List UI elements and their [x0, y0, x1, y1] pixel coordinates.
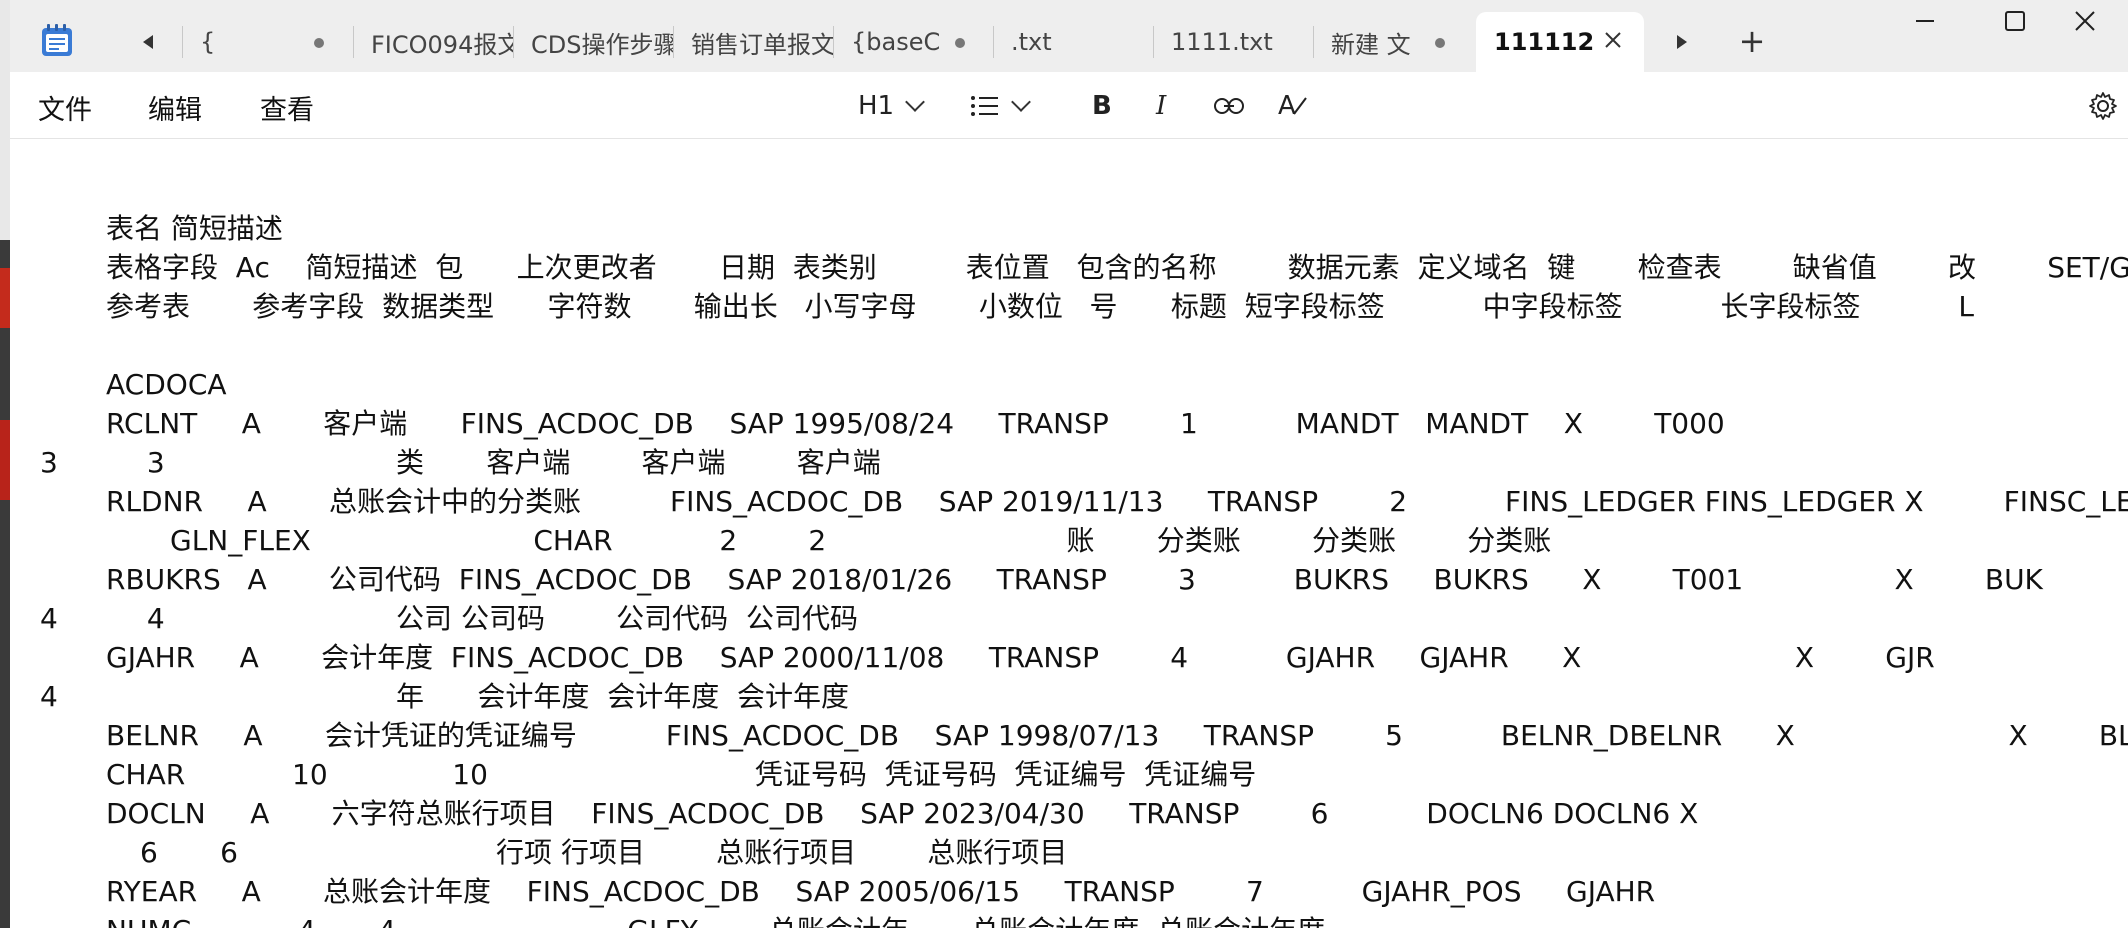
menu-view[interactable]: 查看: [260, 88, 314, 127]
text-line: NUMC 4 4 GLFY 总账会计年 总账会计年度 总账会计年度: [106, 911, 1325, 928]
tab-label: 新建 文: [1331, 30, 1411, 59]
text-line: 3 3 类 客户端 客户端 客户端: [40, 446, 881, 479]
notepad-app-icon: [40, 22, 74, 58]
tab[interactable]: 销售订单报文: [673, 12, 833, 72]
tab-bar: { FICO094报文 CDS操作步骤 销售订单报文 {baseC .txt 1…: [10, 0, 2128, 72]
text-line: RBUKRS A 公司代码 FINS_ACDOC_DB SAP 2018/01/…: [106, 563, 2128, 596]
tab[interactable]: 1111.txt: [1153, 12, 1313, 72]
desktop-item: [0, 420, 10, 500]
menu-file[interactable]: 文件: [38, 88, 92, 127]
tab-label: FICO094报文: [371, 30, 513, 59]
tab-label: {baseC: [851, 28, 941, 56]
minimize-button[interactable]: [1880, 0, 1970, 42]
unsaved-dot-icon: [314, 38, 324, 48]
tab[interactable]: {baseC: [833, 12, 993, 72]
clear-formatting-button[interactable]: A: [1278, 88, 1308, 124]
tab-label: .txt: [1011, 28, 1052, 56]
text-line: RYEAR A 总账会计年度 FINS_ACDOC_DB SAP 2005/06…: [106, 875, 1656, 908]
desktop-item: [0, 268, 10, 328]
text-line: GLN_FLEX CHAR 2 2 账 分类账 分类账 分类账: [170, 524, 1552, 557]
italic-icon: I: [1156, 91, 1167, 121]
text-line: DOCLN A 六字符总账行项目 FINS_ACDOC_DB SAP 2023/…: [106, 797, 1699, 830]
link-icon: [1214, 98, 1244, 114]
minimize-icon: [1916, 20, 1934, 22]
new-tab-button[interactable]: +: [1732, 22, 1772, 62]
gear-icon: [2089, 92, 2117, 120]
text-line: BELNR A 会计凭证的凭证编号 FINS_ACDOC_DB SAP 1998…: [106, 719, 2128, 752]
tab-label: {: [200, 28, 216, 56]
tab-label: CDS操作步骤: [531, 30, 673, 59]
tab-label: 111112: [1494, 28, 1595, 56]
caret-left-icon: [143, 35, 153, 49]
caret-right-icon: [1677, 35, 1687, 49]
tab[interactable]: FICO094报文: [353, 12, 513, 72]
tab[interactable]: {: [182, 12, 352, 72]
text-line: GJAHR A 会计年度 FINS_ACDOC_DB SAP 2000/11/0…: [106, 641, 2128, 674]
bulleted-list-icon: [971, 96, 998, 116]
settings-button[interactable]: [2088, 88, 2118, 124]
scroll-tabs-right-button[interactable]: [1664, 22, 1700, 62]
close-tab-icon[interactable]: [1604, 26, 1622, 56]
menu-edit[interactable]: 编辑: [148, 88, 202, 127]
heading-label: H1: [858, 91, 895, 121]
text-line: 表格字段 Ac 简短描述 包 上次更改者 日期 表类别 表位置 包含的名称 数据…: [106, 251, 2128, 284]
close-window-button[interactable]: [2040, 0, 2128, 42]
italic-button[interactable]: I: [1156, 88, 1166, 124]
chevron-down-icon: [1011, 92, 1031, 112]
strike-icon: [1292, 97, 1307, 115]
text-line: CHAR 10 10 凭证号码 凭证号码 凭证编号 凭证编号: [106, 758, 1257, 791]
scroll-tabs-left-button[interactable]: [130, 22, 166, 62]
text-line: 4 年 会计年度 会计年度 会计年度: [40, 680, 850, 713]
text-line: ACDOCA: [106, 368, 227, 401]
chevron-down-icon: [905, 92, 925, 112]
link-button[interactable]: [1214, 88, 1244, 124]
unsaved-dot-icon: [955, 38, 965, 48]
text-line: RLDNR A 总账会计中的分类账 FINS_ACDOC_DB SAP 2019…: [106, 485, 2128, 518]
notepad-window: { FICO094报文 CDS操作步骤 销售订单报文 {baseC .txt 1…: [10, 0, 2128, 928]
tab-label: 销售订单报文: [691, 30, 833, 59]
text-line: 表名 简短描述: [106, 212, 283, 245]
text-line: 4 4 公司 公司码 公司代码 公司代码: [40, 602, 858, 635]
document-editor[interactable]: 表名 简短描述 表格字段 Ac 简短描述 包 上次更改者 日期 表类别 表位置 …: [10, 139, 2128, 928]
tab[interactable]: CDS操作步骤: [513, 12, 673, 72]
desktop-edge: [0, 0, 10, 928]
text-line: 参考表 参考字段 数据类型 字符数 输出长 小写字母 小数位 号 标题 短字段标…: [106, 290, 1975, 323]
text-line: RCLNT A 客户端 FINS_ACDOC_DB SAP 1995/08/24…: [106, 407, 2128, 440]
bold-button[interactable]: B: [1092, 88, 1112, 124]
text-line: 6 6 行项 行项目 总账行项目 总账行项目: [140, 836, 1068, 869]
tab-label: 1111.txt: [1171, 28, 1273, 56]
close-icon: [2075, 11, 2095, 31]
tab[interactable]: .txt: [993, 12, 1153, 72]
list-dropdown[interactable]: [970, 88, 1031, 124]
desktop-background: [0, 240, 10, 928]
tab[interactable]: 新建 文: [1313, 12, 1473, 72]
bold-icon: B: [1092, 91, 1112, 121]
heading-dropdown[interactable]: H1: [858, 88, 925, 124]
tab-active[interactable]: 111112: [1476, 12, 1644, 72]
menu-bar: 文件 编辑 查看 H1 B I A: [10, 72, 2128, 139]
maximize-icon: [2005, 11, 2025, 31]
unsaved-dot-icon: [1435, 38, 1445, 48]
